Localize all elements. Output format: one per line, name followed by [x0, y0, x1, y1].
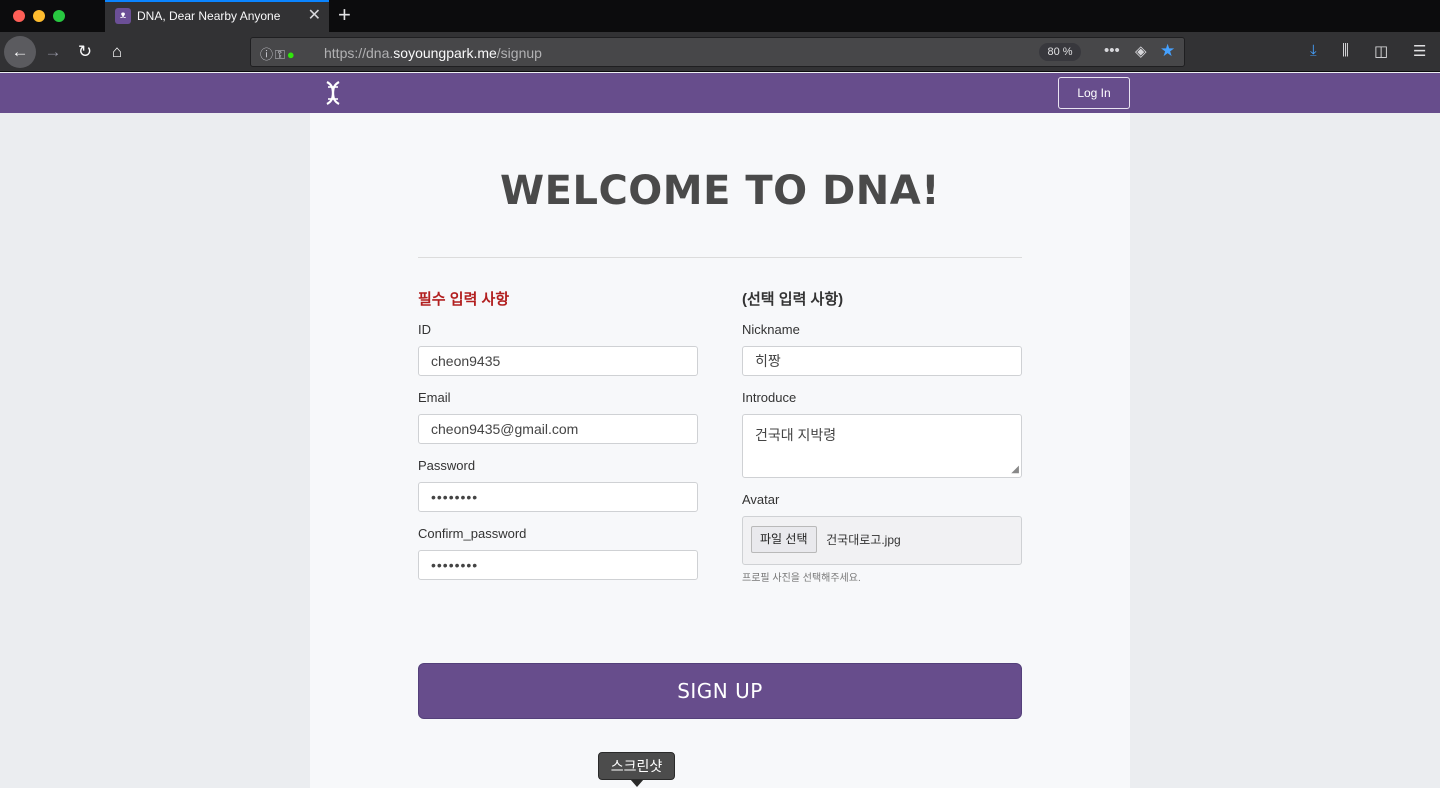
resize-handle-icon[interactable]: ◢ — [1011, 465, 1019, 475]
signup-button[interactable]: SIGN UP — [418, 663, 1022, 719]
screenshot-tooltip: 스크린샷 — [598, 752, 675, 780]
introduce-value: 건국대 지박령 — [755, 427, 837, 443]
info-icon[interactable]: ⓘ — [260, 47, 275, 62]
introduce-textarea[interactable]: 건국대 지박령 ◢ — [742, 414, 1022, 478]
download-icon[interactable]: ⤓ — [1310, 42, 1317, 59]
optional-section: (선택 입력 사항) Nickname 히짱 Introduce 건국대 지박령… — [742, 288, 1022, 584]
required-title: 필수 입력 사항 — [418, 291, 510, 308]
tooltip-arrow — [630, 779, 644, 787]
zoom-indicator[interactable]: 80 % — [1039, 43, 1081, 61]
site-identity[interactable]: ⓘ⚿● — [260, 44, 297, 63]
avatar-label: Avatar — [742, 492, 780, 507]
tab-bar: ᴥ DNA, Dear Nearby Anyone ✕ + — [0, 0, 1440, 32]
minimize-window-button[interactable] — [33, 10, 45, 22]
lock-icon: ● — [286, 47, 297, 62]
library-icon[interactable]: ⫼ — [1342, 42, 1349, 59]
tab-active[interactable]: ᴥ DNA, Dear Nearby Anyone ✕ — [105, 0, 329, 32]
reload-button[interactable]: ↻ — [69, 36, 101, 68]
optional-title: (선택 입력 사항) — [742, 291, 844, 308]
url-bar[interactable]: ⓘ⚿● https://dna.soyoungpark.me/signup 80… — [250, 37, 1185, 67]
page-title: WELCOME TO DNA! — [500, 168, 940, 214]
avatar-file-input[interactable]: 파일 선택 건국대로고.jpg — [742, 516, 1022, 565]
avatar-help-text: 프로필 사진을 선택해주세요. — [742, 573, 861, 584]
confirm-password-input[interactable]: •••••••• — [418, 550, 698, 580]
pocket-icon[interactable]: ◈ — [1135, 42, 1147, 60]
sidebar-icon[interactable]: ◫ — [1374, 42, 1388, 60]
home-button[interactable]: ⌂ — [101, 36, 133, 68]
key-icon[interactable]: ⚿ — [275, 47, 287, 62]
tab-title: DNA, Dear Nearby Anyone — [137, 9, 281, 23]
file-select-button[interactable]: 파일 선택 — [751, 526, 817, 553]
password-input[interactable]: •••••••• — [418, 482, 698, 512]
tab-close-icon[interactable]: ✕ — [308, 7, 321, 25]
nav-toolbar: ← → ↻ ⌂ ⓘ⚿● https://dna.soyoungpark.me/s… — [0, 32, 1440, 72]
id-input[interactable]: cheon9435 — [418, 346, 698, 376]
site-favicon-icon: ᴥ — [115, 8, 131, 24]
introduce-label: Introduce — [742, 390, 797, 405]
password-label: Password — [418, 458, 476, 473]
page-actions-icon[interactable]: ••• — [1104, 42, 1120, 59]
site-header: Log In — [0, 73, 1440, 113]
email-label: Email — [418, 390, 451, 405]
id-label: ID — [418, 322, 431, 337]
new-tab-button[interactable]: + — [338, 2, 351, 28]
dna-logo-icon[interactable] — [322, 79, 344, 107]
signup-page: WELCOME TO DNA! 필수 입력 사항 ID cheon9435 Em… — [310, 113, 1130, 788]
bookmark-star-icon[interactable]: ★ — [1160, 41, 1175, 61]
login-button[interactable]: Log In — [1058, 77, 1130, 109]
confirm-password-label: Confirm_password — [418, 526, 527, 541]
url-text[interactable]: https://dna.soyoungpark.me/signup — [324, 45, 542, 61]
close-window-button[interactable] — [13, 10, 25, 22]
nickname-input[interactable]: 히짱 — [742, 346, 1022, 376]
fullscreen-window-button[interactable] — [53, 10, 65, 22]
back-button[interactable]: ← — [4, 36, 36, 68]
required-section: 필수 입력 사항 ID cheon9435 Email cheon9435@gm… — [418, 288, 698, 580]
menu-icon[interactable]: ☰ — [1413, 42, 1426, 60]
forward-button[interactable]: → — [37, 36, 69, 68]
email-input[interactable]: cheon9435@gmail.com — [418, 414, 698, 444]
nickname-label: Nickname — [742, 322, 800, 337]
divider — [418, 257, 1022, 258]
file-name: 건국대로고.jpg — [826, 533, 901, 547]
